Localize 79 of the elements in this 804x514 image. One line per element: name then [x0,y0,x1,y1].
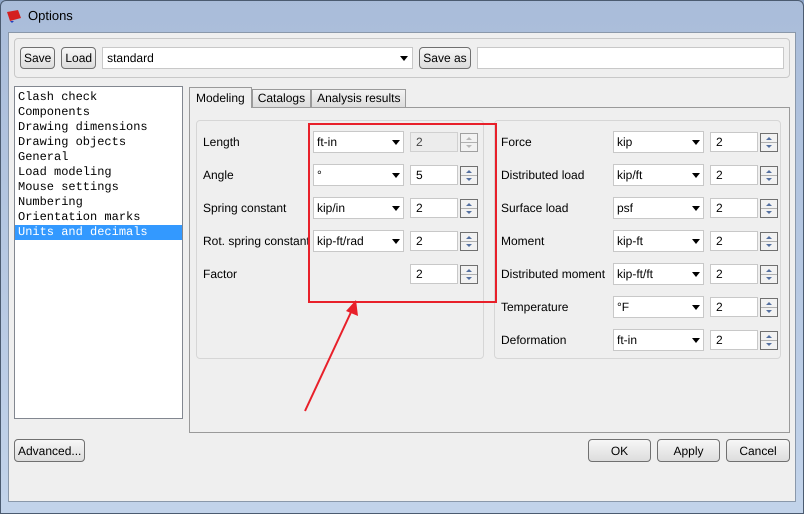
load-button[interactable]: Load [61,47,96,69]
unit-dropdown[interactable]: kip-ft [613,230,704,252]
window-title: Options [28,7,73,26]
dropdown-arrow-icon [692,172,700,178]
decimals-field[interactable]: 5 [410,165,458,185]
category-item[interactable]: Drawing dimensions [15,120,182,135]
apply-button[interactable]: Apply [657,439,720,462]
advanced-button[interactable]: Advanced... [14,439,86,462]
category-item[interactable]: Mouse settings [15,180,182,195]
spinner-icon[interactable] [760,166,778,184]
decimals-field[interactable]: 2 [710,165,758,185]
decimals-field[interactable]: 2 [410,231,458,251]
unit-label: Surface load [501,200,570,217]
save-button[interactable]: Save [20,47,56,69]
unit-label: Force [501,134,533,151]
dropdown-arrow-icon [692,304,700,310]
unit-dropdown[interactable]: kip/in [313,197,404,219]
decimals-field[interactable]: 2 [410,198,458,218]
save-as-button[interactable]: Save as [419,47,471,69]
spinner-icon[interactable] [460,198,478,218]
decimals-field[interactable]: 2 [710,132,758,152]
unit-dropdown[interactable]: ° [313,164,404,186]
category-item[interactable]: Orientation marks [15,210,182,225]
unit-dropdown[interactable]: ft-in [613,329,704,351]
spinner-icon[interactable] [460,232,478,250]
category-item[interactable]: Clash check [15,90,182,105]
decimals-field[interactable]: 2 [710,264,758,284]
dropdown-arrow-icon [392,140,400,144]
spinner-icon[interactable] [760,132,778,152]
unit-dropdown[interactable]: kip [613,131,704,153]
unit-dropdown[interactable]: kip-ft/rad [313,230,404,252]
category-item[interactable]: Numbering [15,195,182,210]
unit-label: Moment [501,233,546,250]
category-item[interactable]: Components [15,105,182,120]
dropdown-arrow-icon [692,206,700,210]
tab[interactable]: Analysis results [311,89,406,107]
tab[interactable]: Modeling [189,87,252,108]
unit-label: Length [203,134,241,151]
dropdown-arrow-icon [692,272,700,276]
spinner-icon[interactable] [760,330,778,350]
unit-dropdown[interactable]: psf [613,197,704,219]
dropdown-arrow-icon [400,56,408,60]
spinner-icon[interactable] [760,232,778,250]
decimals-field[interactable]: 2 [410,264,458,284]
unit-label: Distributed moment [501,266,606,283]
dropdown-arrow-icon [392,238,400,244]
spinner-icon[interactable] [760,298,778,316]
spinner-icon[interactable] [460,264,478,284]
category-item[interactable]: Load modeling [15,165,182,180]
unit-dropdown[interactable]: kip-ft/ft [613,263,704,285]
decimals-field[interactable]: 2 [710,198,758,218]
cancel-button[interactable]: Cancel [726,439,790,462]
category-item[interactable]: Drawing objects [15,135,182,150]
spinner-icon[interactable] [760,264,778,284]
unit-label: Distributed load [501,167,586,184]
preset-dropdown[interactable]: standard [102,47,414,69]
unit-label: Temperature [501,299,570,316]
name-input-field[interactable] [476,47,784,69]
unit-dropdown[interactable]: °F [613,296,704,318]
dropdown-arrow-icon [692,338,700,342]
spinner-icon[interactable] [760,198,778,218]
decimals-field[interactable]: 2 [710,330,758,350]
unit-label: Factor [203,266,238,283]
unit-label: Spring constant [203,200,288,217]
spinner-icon[interactable] [460,166,478,184]
dropdown-arrow-icon [692,140,700,144]
dropdown-arrow-icon [392,206,400,210]
dropdown-arrow-icon [392,172,400,178]
spinner-icon[interactable] [460,132,478,152]
tab[interactable]: Catalogs [252,89,312,107]
unit-dropdown[interactable]: kip/ft [613,164,704,186]
decimals-field[interactable]: 2 [710,231,758,251]
ok-button[interactable]: OK [588,439,651,462]
app-logo-icon [6,9,22,23]
unit-label: Deformation [501,332,568,349]
dropdown-arrow-icon [692,238,700,244]
unit-label: Angle [203,167,235,184]
category-item[interactable]: General [15,150,182,165]
decimals-field[interactable]: 2 [710,297,758,317]
